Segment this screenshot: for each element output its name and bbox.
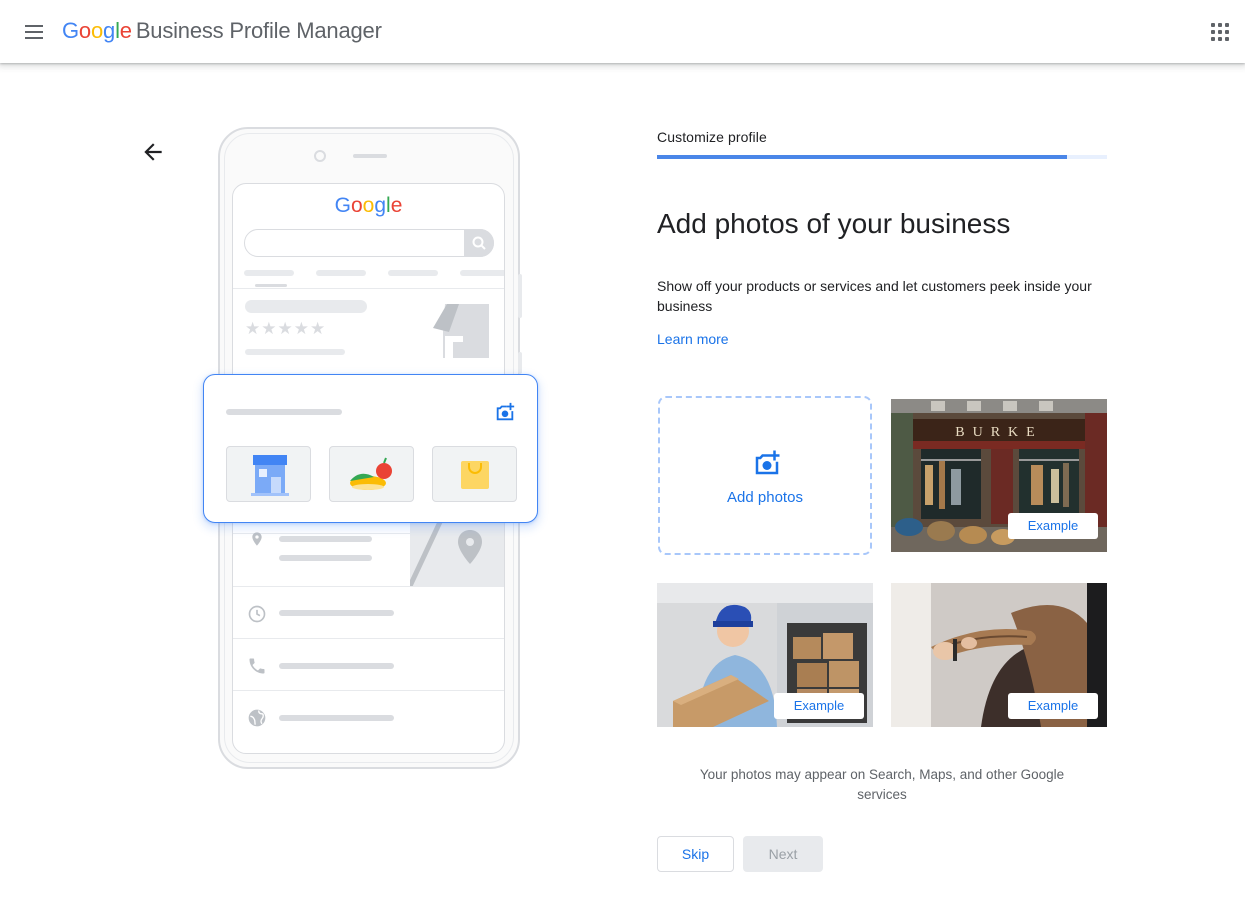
example-badge: Example xyxy=(774,693,864,719)
add-photos-label: Add photos xyxy=(727,489,803,506)
example-photo-delivery: Example xyxy=(657,583,873,727)
clock-icon xyxy=(247,604,267,629)
phone-speaker xyxy=(353,154,387,158)
logo-letter: o xyxy=(90,18,104,43)
product-name: Business Profile Manager xyxy=(135,18,382,43)
location-pin-icon xyxy=(249,529,265,554)
logo-letter: g xyxy=(103,18,116,43)
phone-icon xyxy=(247,656,267,681)
page-title: Add photos of your business xyxy=(657,208,1011,239)
add-photo-camera-icon xyxy=(494,401,516,428)
screen-google-logo: Google xyxy=(334,194,403,217)
hamburger-menu-icon[interactable] xyxy=(22,20,46,44)
search-icon xyxy=(464,229,494,257)
storefront-icon xyxy=(431,302,493,365)
map-thumbnail xyxy=(407,520,504,591)
phone-camera xyxy=(314,150,326,162)
example-photo-hair-stylist: Example xyxy=(891,583,1107,727)
example-badge: Example xyxy=(1008,693,1098,719)
footer-note: Your photos may appear on Search, Maps, … xyxy=(699,767,1065,802)
rating-stars: ★★★★★ xyxy=(245,319,327,338)
globe-icon xyxy=(247,708,267,733)
produce-thumbnail xyxy=(329,446,414,502)
arrow-back-icon[interactable] xyxy=(140,139,166,165)
logo-letter: e xyxy=(119,18,132,43)
skip-button[interactable]: Skip xyxy=(657,836,734,872)
add-photo-camera-icon xyxy=(752,448,782,483)
top-app-bar: Google Business Profile Manager xyxy=(0,0,1245,63)
shopping-bag-thumbnail xyxy=(432,446,517,502)
example-photo-storefront: BURKE Example xyxy=(891,399,1107,552)
logo-letter: o xyxy=(78,18,91,43)
add-photos-button[interactable]: Add photos xyxy=(658,396,872,555)
screen-search-box xyxy=(244,229,494,257)
learn-more-link[interactable]: Learn more xyxy=(657,331,729,347)
progress-bar-fill xyxy=(657,155,1067,159)
logo-letter: G xyxy=(62,18,79,43)
app-title: Google Business Profile Manager xyxy=(62,18,382,44)
store-thumbnail xyxy=(226,446,311,502)
example-badge: Example xyxy=(1008,513,1098,539)
google-logo: Google xyxy=(62,18,132,43)
apps-grid-icon[interactable] xyxy=(1208,20,1232,44)
photos-card-illustration xyxy=(203,374,538,523)
progress-bar xyxy=(657,155,1107,159)
next-button[interactable]: Next xyxy=(743,836,823,872)
step-label: Customize profile xyxy=(657,129,767,145)
svg-text:BURKE: BURKE xyxy=(955,425,1042,440)
page-description: Show off your products or services and l… xyxy=(657,278,1092,314)
